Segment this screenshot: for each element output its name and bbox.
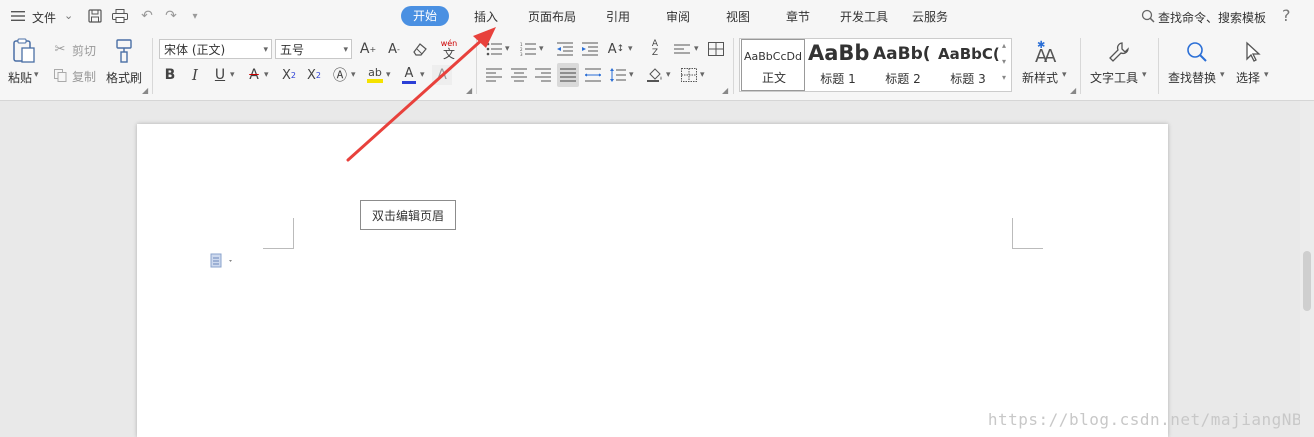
annotation-arrow: [346, 27, 496, 162]
